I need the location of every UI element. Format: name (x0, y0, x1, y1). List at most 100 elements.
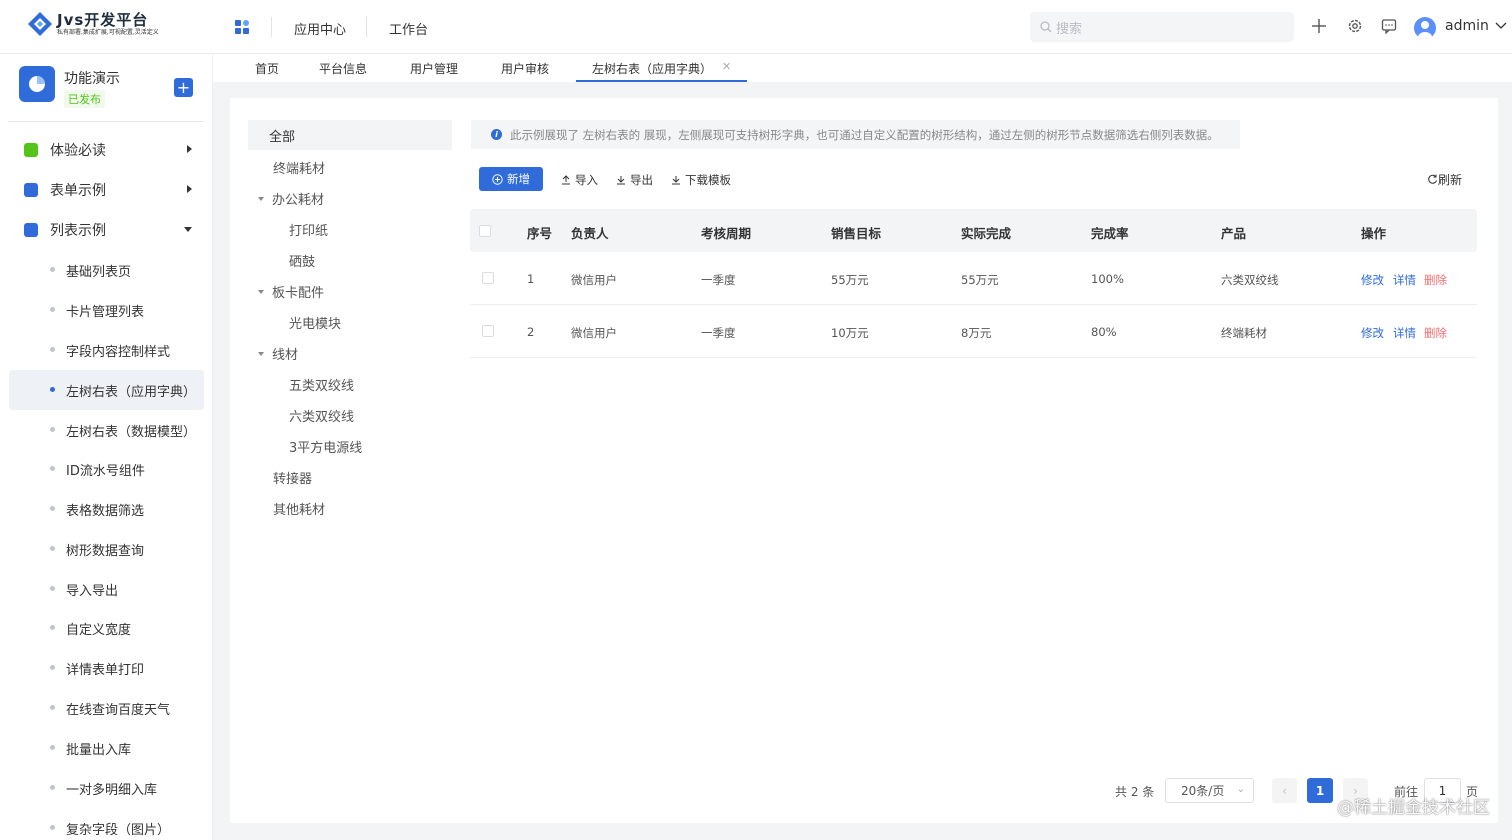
table-row[interactable]: 2 微信用户 一季度 10万元 8万元 80% 终端耗材 修改 详情 删除 (470, 305, 1477, 358)
nav-app-center[interactable]: 应用中心 (294, 19, 346, 38)
watermark: @稀土掘金技术社区 (1337, 798, 1490, 818)
detail-link[interactable]: 详情 (1393, 325, 1416, 341)
sidebar-item[interactable]: 基础列表页 (9, 250, 204, 290)
gear-icon[interactable] (1346, 17, 1364, 35)
tree-node[interactable]: 线材 (258, 344, 298, 363)
info-notice: i 此示例展现了 左树右表的 展现，左侧展现可支持树形字典，也可通过自定义配置的… (471, 120, 1240, 149)
sidebar-item-label: 字段内容控制样式 (66, 344, 171, 360)
tree-node[interactable]: 打印纸 (289, 220, 328, 239)
caret-down-icon (258, 196, 264, 201)
dot-icon (50, 705, 55, 710)
download-template-label: 下载模板 (685, 173, 731, 187)
download-template-button[interactable]: 下载模板 (671, 172, 731, 188)
sidebar-item[interactable]: 树形数据查询 (9, 529, 204, 569)
sidebar-item[interactable]: 卡片管理列表 (9, 290, 204, 330)
add-button[interactable]: + (174, 78, 193, 97)
app-grid-icon[interactable] (234, 19, 250, 35)
table-row[interactable]: 1 微信用户 一季度 55万元 55万元 100% 六类双绞线 修改 详情 删除 (470, 252, 1477, 305)
dot-icon (50, 267, 55, 272)
sidebar-item-label: ID流水号组件 (66, 463, 145, 479)
message-icon[interactable] (1380, 17, 1398, 35)
tree-node-all[interactable]: 全部 (248, 120, 452, 150)
sidebar-item[interactable]: 一对多明细入库 (9, 768, 204, 808)
refresh-button[interactable]: 刷新 (1427, 171, 1462, 188)
select-all-checkbox[interactable] (479, 225, 491, 237)
prev-page-button[interactable]: ‹ (1272, 778, 1297, 803)
export-button[interactable]: 导出 (616, 172, 653, 188)
sidebar-group-lists[interactable]: 列表示例 (24, 218, 200, 242)
tree-node[interactable]: 六类双绞线 (289, 406, 354, 425)
sidebar-item[interactable]: 表格数据筛选 (9, 489, 204, 529)
tree-node[interactable]: 板卡配件 (258, 282, 324, 301)
sidebar-item[interactable]: 详情表单打印 (9, 648, 204, 688)
tab-platform-info[interactable]: 平台信息 (319, 60, 367, 82)
tree-node-label: 线材 (272, 348, 299, 363)
table-cell: 六类双绞线 (1221, 273, 1279, 287)
edit-link[interactable]: 修改 (1361, 272, 1384, 288)
avatar[interactable] (1414, 17, 1436, 39)
tree-node[interactable]: 硒鼓 (289, 251, 315, 270)
tree-node[interactable]: 转接器 (273, 468, 312, 487)
tree-node[interactable]: 光电模块 (289, 313, 341, 332)
detail-link[interactable]: 详情 (1393, 272, 1416, 288)
column-header: 考核周期 (701, 226, 752, 241)
add-button[interactable]: 新增 (479, 167, 543, 191)
sidebar-group-forms[interactable]: 表单示例 (24, 178, 200, 202)
tab-home[interactable]: 首页 (255, 60, 279, 82)
delete-link[interactable]: 删除 (1424, 325, 1447, 341)
info-icon: i (491, 129, 502, 140)
dot-icon (50, 506, 55, 511)
sidebar-item[interactable]: 在线查询百度天气 (9, 688, 204, 728)
tree-node[interactable]: 办公耗材 (258, 189, 324, 208)
sidebar-item[interactable]: 字段内容控制样式 (9, 330, 204, 370)
page-size-select[interactable]: 20条/页 ⌄ (1165, 778, 1254, 803)
dot-icon (50, 665, 55, 670)
refresh-icon (1428, 174, 1437, 184)
row-checkbox[interactable] (482, 325, 494, 337)
page-number-current[interactable]: 1 (1307, 778, 1333, 803)
column-header: 产品 (1221, 226, 1247, 241)
tree-node[interactable]: 终端耗材 (273, 158, 325, 177)
sidebar-item[interactable]: 左树右表（数据模型） (9, 410, 204, 450)
sidebar-item-label: 基础列表页 (66, 264, 132, 280)
import-button[interactable]: 导入 (561, 172, 598, 188)
plus-icon[interactable] (1310, 17, 1328, 35)
search-placeholder: 搜索 (1056, 21, 1083, 37)
sidebar-item[interactable]: 导入导出 (9, 569, 204, 609)
dot-icon (50, 307, 55, 312)
search-input[interactable]: 搜索 (1030, 12, 1294, 42)
tab-user-management[interactable]: 用户管理 (410, 60, 458, 82)
close-icon[interactable]: ✕ (722, 60, 731, 73)
sidebar-item-active[interactable]: 左树右表（应用字典） (9, 370, 204, 410)
table-cell: 微信用户 (571, 273, 617, 287)
sidebar-item[interactable]: 批量出入库 (9, 728, 204, 768)
tree-node[interactable]: 五类双绞线 (289, 375, 354, 394)
sidebar-group-guide[interactable]: 体验必读 (24, 138, 200, 162)
app-card[interactable]: 功能演示 已发布 + (19, 66, 209, 116)
sidebar-item-label: 左树右表（应用字典） (66, 384, 197, 400)
brand-logo[interactable]: Jvs开发平台 私有部署,集成扩展,可视配置,灵活定义 (27, 11, 159, 37)
header-divider (271, 17, 272, 37)
column-header: 完成率 (1091, 226, 1129, 241)
sidebar-item[interactable]: 自定义宽度 (9, 608, 204, 648)
sidebar-item-label: 详情表单打印 (66, 662, 145, 678)
caret-down-icon (258, 351, 264, 356)
nav-workbench[interactable]: 工作台 (389, 19, 428, 38)
tree-node[interactable]: 其他耗材 (273, 499, 325, 518)
table-cell: 55万元 (961, 273, 999, 287)
tree-node[interactable]: 3平方电源线 (289, 437, 362, 456)
edit-link[interactable]: 修改 (1361, 325, 1384, 341)
app-name: 功能演示 (64, 71, 120, 87)
sidebar-item[interactable]: ID流水号组件 (9, 449, 204, 489)
tab-tree-table[interactable]: 左树右表（应用字典） ✕ (576, 60, 748, 82)
column-header: 实际完成 (961, 226, 1012, 241)
sidebar-item-label: 一对多明细入库 (66, 782, 158, 798)
caret-right-icon (187, 145, 192, 153)
tab-user-review[interactable]: 用户审核 (501, 60, 549, 82)
user-menu[interactable]: admin (1445, 18, 1507, 34)
delete-link[interactable]: 删除 (1424, 272, 1447, 288)
sidebar-item[interactable]: 复杂字段（图片） (9, 808, 204, 840)
sidebar-item-label: 复杂字段（图片） (66, 822, 171, 838)
row-checkbox[interactable] (482, 272, 494, 284)
sidebar-item-label: 卡片管理列表 (66, 304, 145, 320)
